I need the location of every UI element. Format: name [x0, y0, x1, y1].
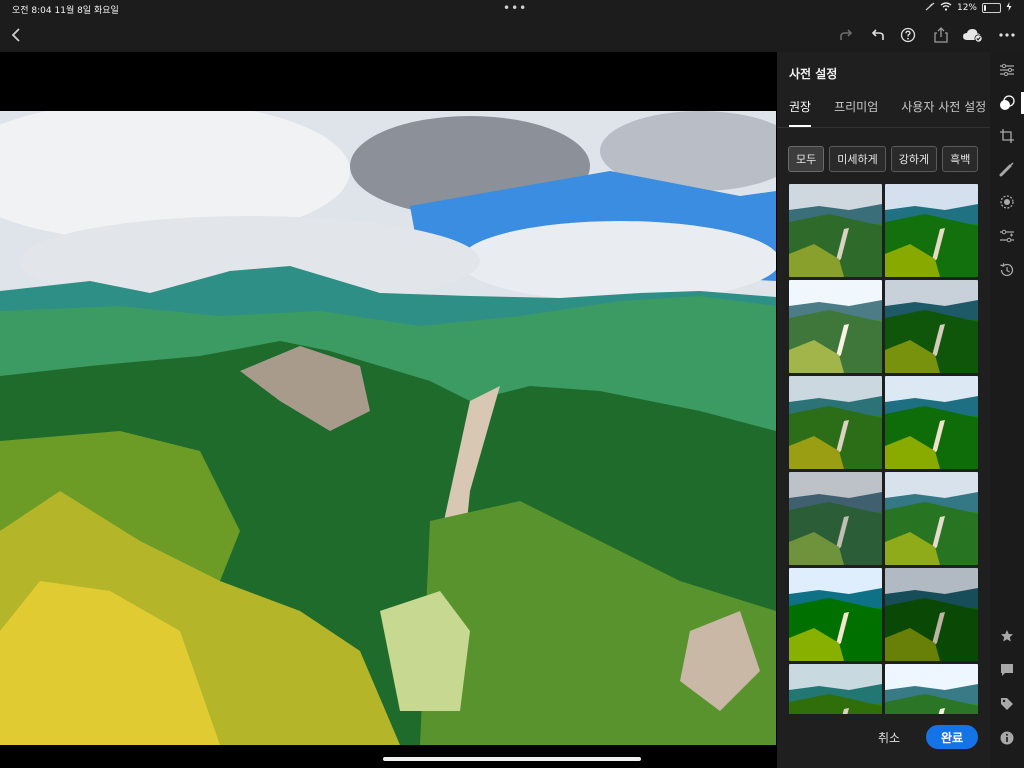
- preset-thumbnail[interactable]: [789, 184, 882, 277]
- battery-percent: 12%: [956, 3, 977, 13]
- preset-thumbnail[interactable]: [789, 376, 882, 469]
- share-icon[interactable]: [930, 24, 952, 46]
- crop-icon[interactable]: [997, 126, 1017, 146]
- status-bar: 오전 8:04 11월 8일 화요일 ••• 12%: [0, 0, 1024, 18]
- multitasking-dots[interactable]: •••: [503, 1, 527, 15]
- cancel-button[interactable]: 취소: [878, 729, 900, 746]
- status-right: 12%: [925, 2, 1012, 14]
- star-icon[interactable]: [997, 626, 1017, 646]
- preset-tabs: 권장 프리미엄 사용자 사전 설정: [789, 98, 1009, 127]
- preset-thumbnail[interactable]: [789, 280, 882, 373]
- tool-rail: [990, 52, 1024, 768]
- battery-icon: [982, 3, 1001, 13]
- history-icon[interactable]: [997, 260, 1017, 280]
- undo-icon[interactable]: [867, 24, 889, 46]
- preset-thumbnail[interactable]: [789, 664, 882, 714]
- preset-thumbnail[interactable]: [789, 568, 882, 661]
- tag-icon[interactable]: [997, 694, 1017, 714]
- preset-thumbnail[interactable]: [885, 472, 978, 565]
- chip-bw[interactable]: 흑백: [942, 146, 979, 172]
- done-button[interactable]: 완료: [926, 725, 978, 749]
- charging-icon: [1006, 2, 1012, 14]
- more-icon[interactable]: [996, 24, 1018, 46]
- redo-icon[interactable]: [835, 24, 857, 46]
- panel-title: 사전 설정: [789, 67, 838, 81]
- signal-icon: [925, 2, 935, 14]
- main-photo: [0, 111, 776, 745]
- help-icon[interactable]: [897, 24, 919, 46]
- tab-premium[interactable]: 프리미엄: [834, 98, 878, 127]
- edit-sliders-icon[interactable]: [997, 60, 1017, 80]
- healing-icon[interactable]: [997, 159, 1017, 179]
- preset-thumbnail[interactable]: [885, 376, 978, 469]
- home-indicator[interactable]: [383, 757, 641, 761]
- presets-panel: 사전 설정 권장 프리미엄 사용자 사전 설정 모두 미세하게 강하게 흑백 취…: [777, 52, 990, 768]
- filter-chips: 모두 미세하게 강하게 흑백: [788, 146, 990, 172]
- preset-thumbnail[interactable]: [789, 472, 882, 565]
- battery-level: [984, 5, 986, 11]
- top-toolbar: [0, 18, 1024, 52]
- tab-user-presets[interactable]: 사용자 사전 설정: [901, 98, 986, 127]
- masking-icon[interactable]: [997, 192, 1017, 212]
- preset-thumbnail[interactable]: [885, 568, 978, 661]
- tab-recommended[interactable]: 권장: [789, 98, 812, 127]
- cloud-sync-icon[interactable]: [962, 24, 984, 46]
- info-icon[interactable]: [997, 728, 1017, 748]
- chip-strong[interactable]: 강하게: [890, 146, 938, 172]
- preset-grid: [789, 184, 979, 714]
- versions-icon[interactable]: [997, 226, 1017, 246]
- chip-subtle[interactable]: 미세하게: [829, 146, 886, 172]
- presets-icon[interactable]: [997, 93, 1017, 113]
- photo-canvas[interactable]: [0, 52, 777, 768]
- tabs-divider: [777, 127, 990, 128]
- status-time-date: 오전 8:04 11월 8일 화요일: [12, 6, 119, 16]
- preset-thumbnail[interactable]: [885, 184, 978, 277]
- back-icon[interactable]: [6, 24, 28, 46]
- comment-icon[interactable]: [997, 660, 1017, 680]
- preset-thumbnail[interactable]: [885, 664, 978, 714]
- chip-all[interactable]: 모두: [788, 146, 825, 172]
- wifi-icon: [940, 2, 952, 14]
- preset-thumbnail[interactable]: [885, 280, 978, 373]
